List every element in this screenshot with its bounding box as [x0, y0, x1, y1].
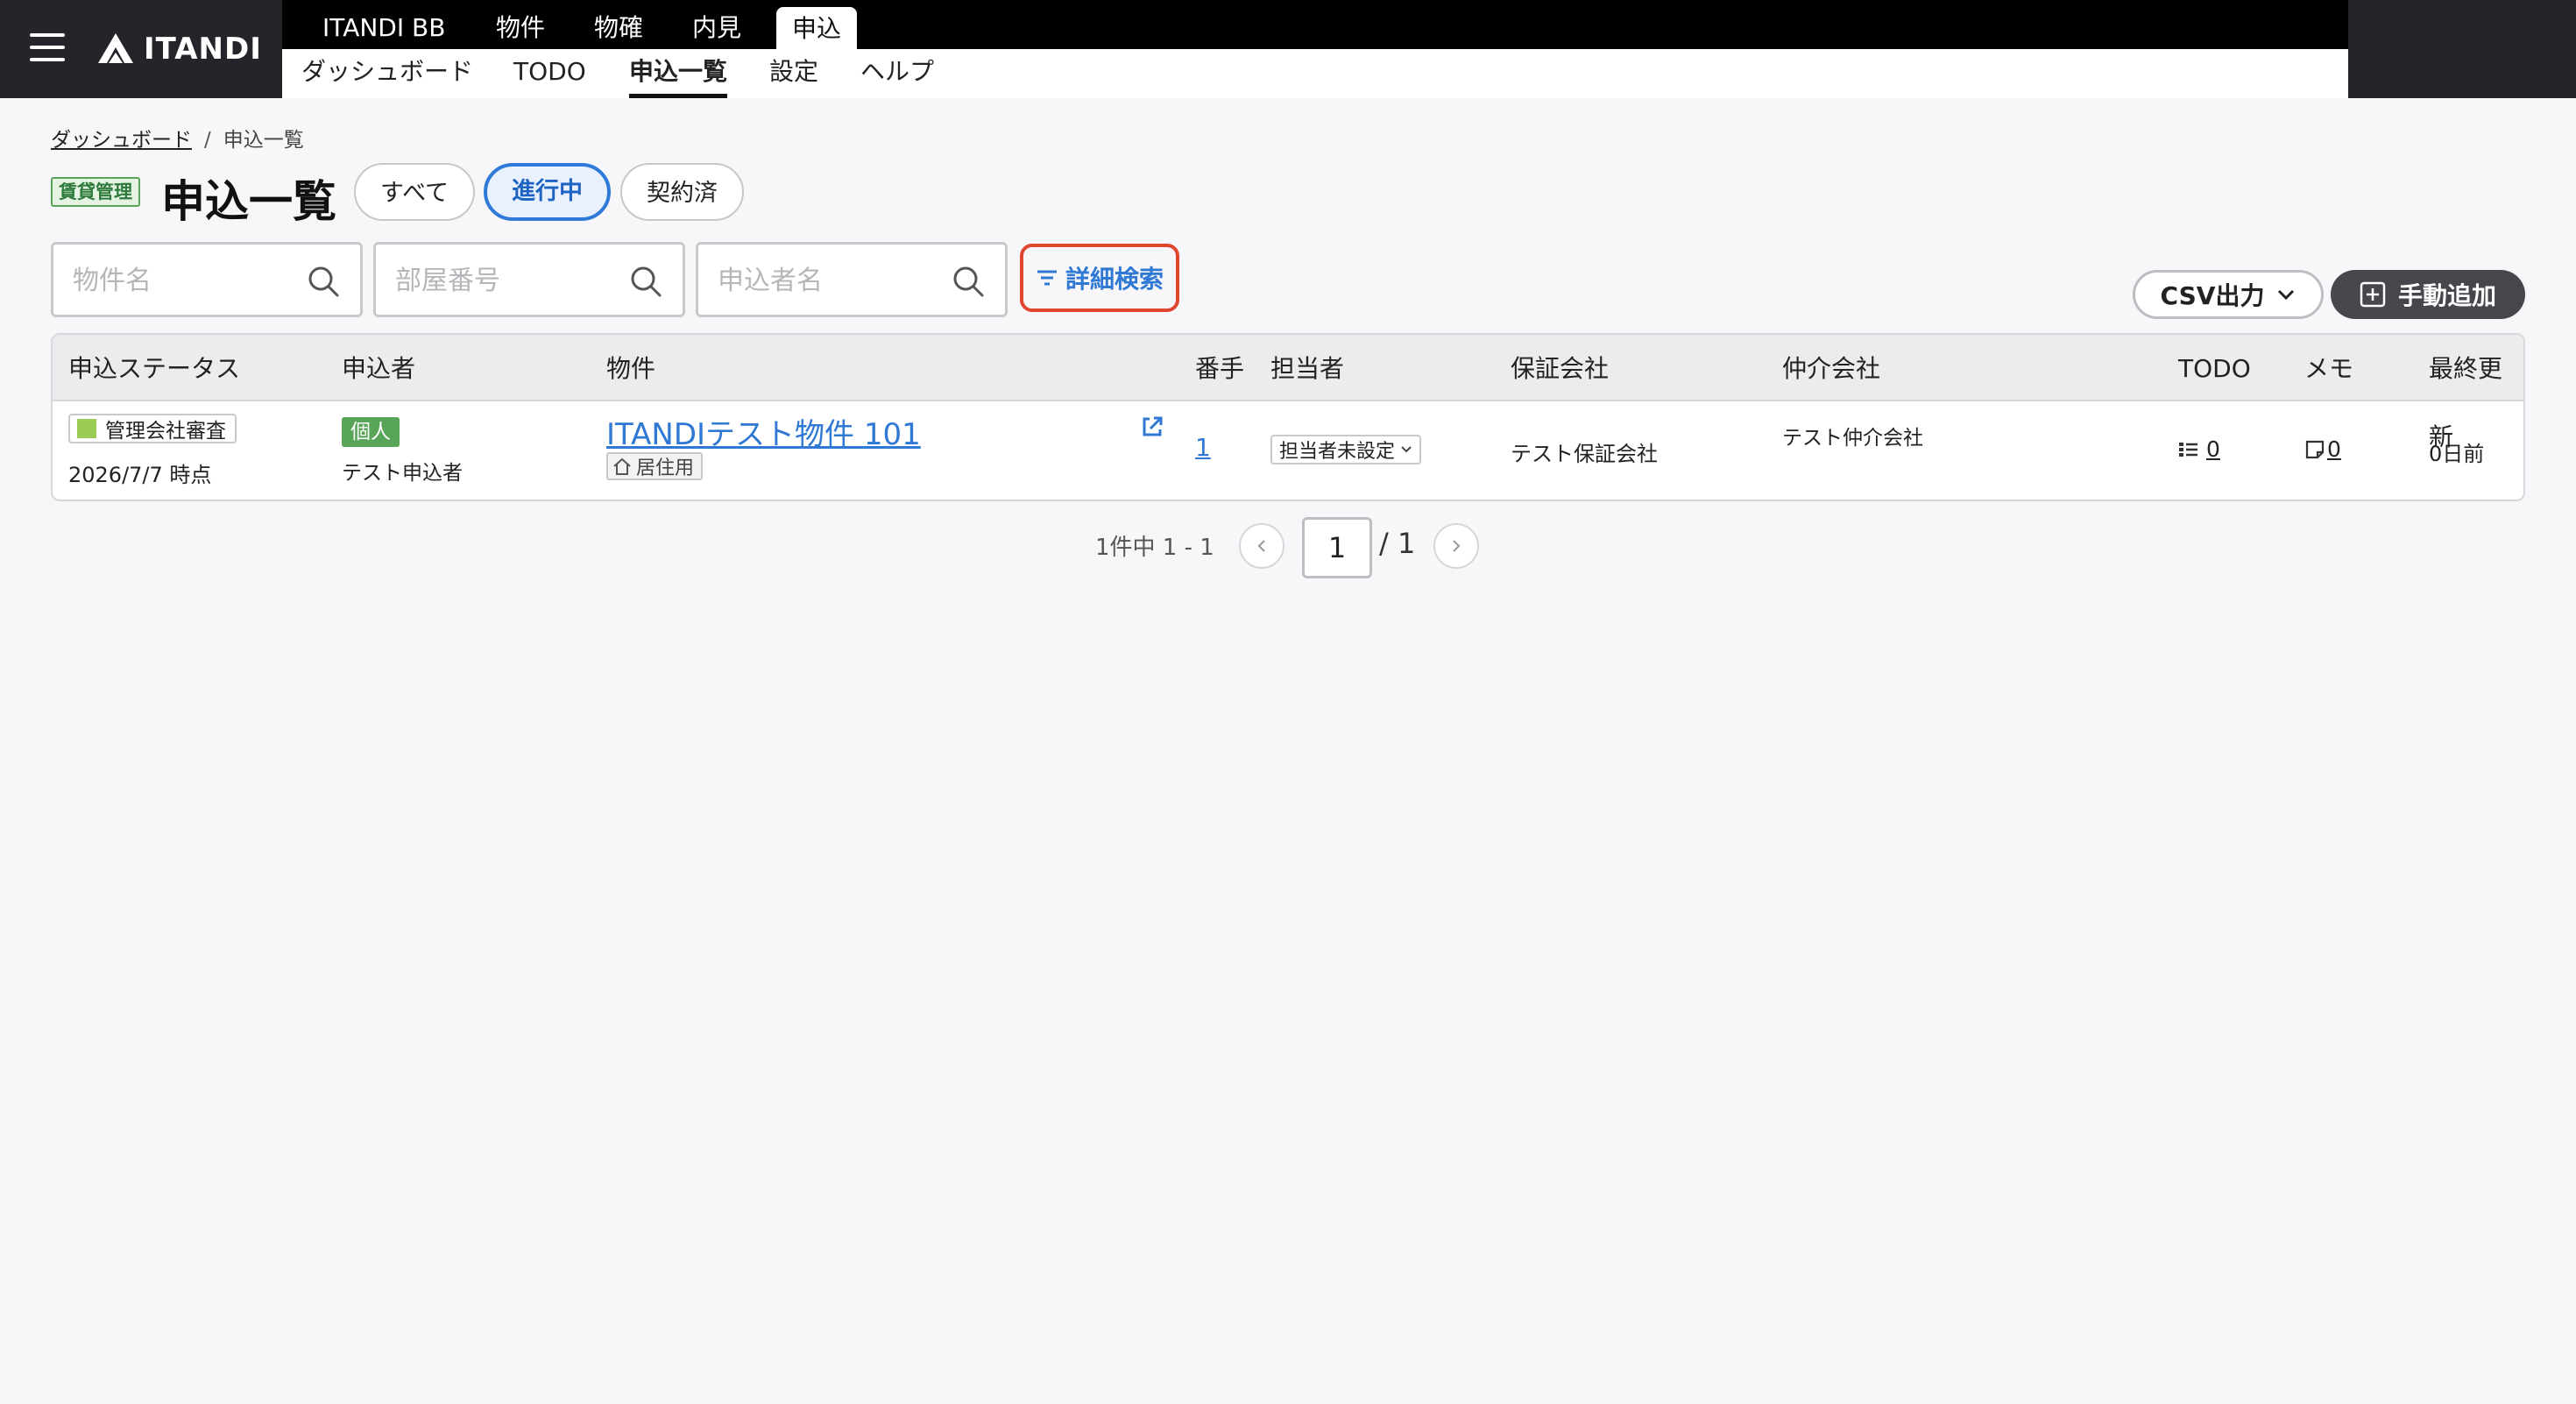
main-nav: ITANDI BB 物件 物確 内見 申込 ダッシュボード TODO 申込一覧 …: [282, 0, 2348, 98]
logo-text: ITANDI: [144, 32, 262, 67]
column-header-status[interactable]: 申込ステータス: [68, 335, 240, 400]
column-header-bante[interactable]: 番手: [1195, 335, 1244, 400]
top-tabs: ITANDI BB 物件 物確 内見 申込: [282, 0, 2348, 49]
menu-icon[interactable]: [30, 33, 65, 65]
filter-contracted-button[interactable]: 契約済: [620, 163, 744, 221]
filter-in-progress-button[interactable]: 進行中: [484, 163, 611, 221]
search-icon[interactable]: [306, 264, 341, 299]
chevron-right-icon: [1453, 540, 1461, 552]
subtab-todo[interactable]: TODO: [513, 49, 586, 98]
column-header-todo[interactable]: TODO: [2178, 335, 2251, 400]
search-icon[interactable]: [951, 264, 986, 299]
broker-name: テスト仲介会社: [1782, 427, 1923, 450]
home-icon: [613, 457, 631, 475]
applicant-type-badge: 個人: [342, 417, 400, 447]
category-tag: 賃貸管理: [51, 177, 140, 207]
room-search-input[interactable]: [393, 257, 625, 304]
status-color-square: [77, 419, 96, 438]
applications-table: 申込ステータス 申込者 物件 番手 担当者 保証会社 仲介会社 TODO メモ …: [51, 333, 2525, 501]
bante-link[interactable]: 1: [1195, 433, 1211, 462]
advanced-search-button[interactable]: 詳細検索: [1020, 244, 1179, 312]
room-search-field: [373, 242, 685, 317]
column-header-applicant[interactable]: 申込者: [342, 335, 415, 400]
column-header-guarantor[interactable]: 保証会社: [1511, 335, 1609, 400]
top-header: ITANDI ITANDI BB 物件 物確 内見 申込 ダッシュボード TOD…: [0, 0, 2576, 98]
plus-square-icon: [2360, 281, 2386, 308]
table-header: 申込ステータス 申込者 物件 番手 担当者 保証会社 仲介会社 TODO メモ …: [53, 335, 2523, 451]
page-total: / 1: [1379, 527, 1416, 560]
memo-icon: [2305, 440, 2325, 458]
memo-count-link[interactable]: 0: [2304, 436, 2341, 462]
sub-tabs: ダッシュボード TODO 申込一覧 設定 ヘルプ: [282, 49, 2348, 98]
subtab-dashboard[interactable]: ダッシュボード: [301, 49, 473, 98]
tab-bukkaku[interactable]: 物確: [594, 0, 643, 49]
page-number-input[interactable]: 1: [1302, 517, 1372, 578]
subtab-settings[interactable]: 設定: [769, 49, 818, 98]
tab-bukken[interactable]: 物件: [496, 0, 545, 49]
breadcrumb: ダッシュボード / 申込一覧: [51, 123, 304, 152]
search-icon[interactable]: [628, 264, 663, 299]
column-header-property[interactable]: 物件: [606, 335, 655, 400]
advanced-search-label: 詳細検索: [1065, 265, 1164, 294]
csv-export-label: CSV出力: [2160, 281, 2265, 310]
breadcrumb-separator: /: [204, 129, 211, 152]
column-header-memo[interactable]: メモ: [2304, 335, 2353, 400]
todo-count-link[interactable]: 0: [2178, 436, 2220, 462]
manual-add-button[interactable]: 手動追加: [2331, 270, 2525, 319]
property-link[interactable]: ITANDIテスト物件 101: [606, 410, 921, 453]
pagination-count: 1件中 1 - 1: [1095, 535, 1214, 561]
breadcrumb-dashboard-link[interactable]: ダッシュボード: [51, 129, 192, 152]
applicant-name: テスト申込者: [342, 462, 463, 485]
guarantor-name: テスト保証会社: [1511, 442, 1658, 466]
chevron-down-icon: [2278, 289, 2295, 301]
external-link-icon[interactable]: [1139, 414, 1165, 440]
itandi-logo[interactable]: ITANDI: [96, 30, 262, 68]
subtab-application-list[interactable]: 申込一覧: [629, 49, 728, 98]
tanto-select[interactable]: 担当者未設定: [1270, 435, 1422, 464]
memo-count: 0: [2327, 436, 2341, 462]
checklist-icon: [2179, 442, 2197, 457]
property-search-input[interactable]: [71, 257, 302, 304]
column-header-broker[interactable]: 仲介会社: [1782, 335, 1880, 400]
filter-all-button[interactable]: すべて: [354, 163, 476, 221]
status-time: 2026/7/7 時点: [68, 463, 212, 487]
applicant-search-field: [696, 242, 1008, 317]
filter-icon: [1037, 270, 1057, 286]
tab-naiken[interactable]: 内見: [692, 0, 741, 49]
csv-export-button[interactable]: CSV出力: [2133, 270, 2324, 319]
chevron-down-icon: [1401, 446, 1412, 453]
tab-itandi-bb[interactable]: ITANDI BB: [322, 0, 445, 49]
applicant-search-input[interactable]: [716, 257, 947, 304]
prev-page-button[interactable]: [1239, 523, 1284, 569]
property-search-field: [51, 242, 363, 317]
property-use-text: 居住用: [636, 457, 695, 479]
column-header-tanto[interactable]: 担当者: [1270, 335, 1344, 400]
next-page-button[interactable]: [1433, 523, 1479, 569]
manual-add-label: 手動追加: [2397, 281, 2496, 310]
column-header-updated[interactable]: 最終更新: [2429, 335, 2523, 451]
todo-count: 0: [2206, 436, 2220, 462]
chevron-left-icon: [1257, 540, 1265, 552]
status-text: 管理会社審査: [105, 420, 226, 443]
status-badge: 管理会社審査: [68, 414, 237, 443]
subtab-help[interactable]: ヘルプ: [860, 49, 934, 98]
itandi-logo-icon: [98, 33, 133, 63]
page-title: 申込一覧: [161, 176, 336, 227]
breadcrumb-current: 申込一覧: [223, 129, 304, 152]
last-updated: 0日前: [2429, 442, 2485, 466]
tanto-select-value: 担当者未設定: [1279, 441, 1396, 463]
property-use-badge: 居住用: [606, 452, 704, 480]
tab-moushikomi[interactable]: 申込: [776, 7, 858, 49]
